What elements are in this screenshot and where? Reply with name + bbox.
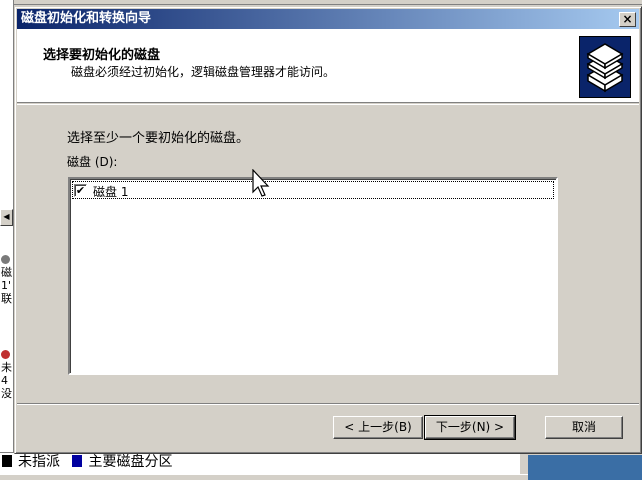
wizard-header: 选择要初始化的磁盘 磁盘必须经过初始化，逻辑磁盘管理器才能访问。 [17,29,639,103]
disk-list-label: 磁盘 (D): [67,155,118,169]
disks-icon [579,36,631,98]
close-icon: × [622,12,633,26]
background-text: 联 [1,292,12,305]
background-text: 磁 [1,266,12,279]
background-text: 没 [1,387,12,400]
background-text: 未 [1,361,12,374]
header-title: 选择要初始化的磁盘 [43,48,161,63]
background-disk-label: 磁 1' 联 [1,255,13,305]
disk-init-wizard-dialog: 磁盘初始化和转换向导 × 选择要初始化的磁盘 磁盘必须经过初始化，逻辑磁盘管理器… [14,6,642,454]
mouse-cursor-icon [252,169,270,197]
disk-checkbox[interactable]: ✔ [74,184,87,197]
button-divider [17,403,639,405]
legend-bar: 未指派 主要磁盘分区 [0,452,520,474]
header-divider [17,104,639,105]
list-item[interactable]: ✔ 磁盘 1 [72,181,554,199]
back-button[interactable]: < 上一步(B) [333,416,423,439]
legend-swatch-primary [72,455,83,467]
close-button[interactable]: × [619,12,636,27]
scroll-left-arrow[interactable]: ◀ [0,209,13,226]
header-subtitle: 磁盘必须经过初始化，逻辑磁盘管理器才能访问。 [71,65,336,79]
background-text: 4 [1,374,8,387]
background-disk-label: 未 4 没 [1,350,13,400]
dialog-title: 磁盘初始化和转换向导 [21,11,152,26]
next-button[interactable]: 下一步(N) > [424,415,516,440]
cancel-button[interactable]: 取消 [545,416,623,439]
disk-icon [1,255,10,264]
background-text: 1' [1,279,12,292]
background-volume-list: 磁 1' 联 未 4 没 [0,0,14,460]
disk-list[interactable]: ✔ 磁盘 1 [68,177,558,375]
disk-label: 磁盘 1 [93,185,129,199]
legend-swatch-unallocated [2,455,12,467]
checkmark-icon: ✔ [75,184,86,197]
status-bar [0,474,528,480]
disk-warning-icon [1,350,10,359]
dialog-titlebar[interactable]: 磁盘初始化和转换向导 × [17,9,639,29]
desktop-area [528,455,642,480]
background-toolbar-strip [0,0,642,5]
legend-label: 未指派 [18,454,60,470]
legend-label: 主要磁盘分区 [88,454,173,470]
instruction-text: 选择至少一个要初始化的磁盘。 [67,131,250,146]
